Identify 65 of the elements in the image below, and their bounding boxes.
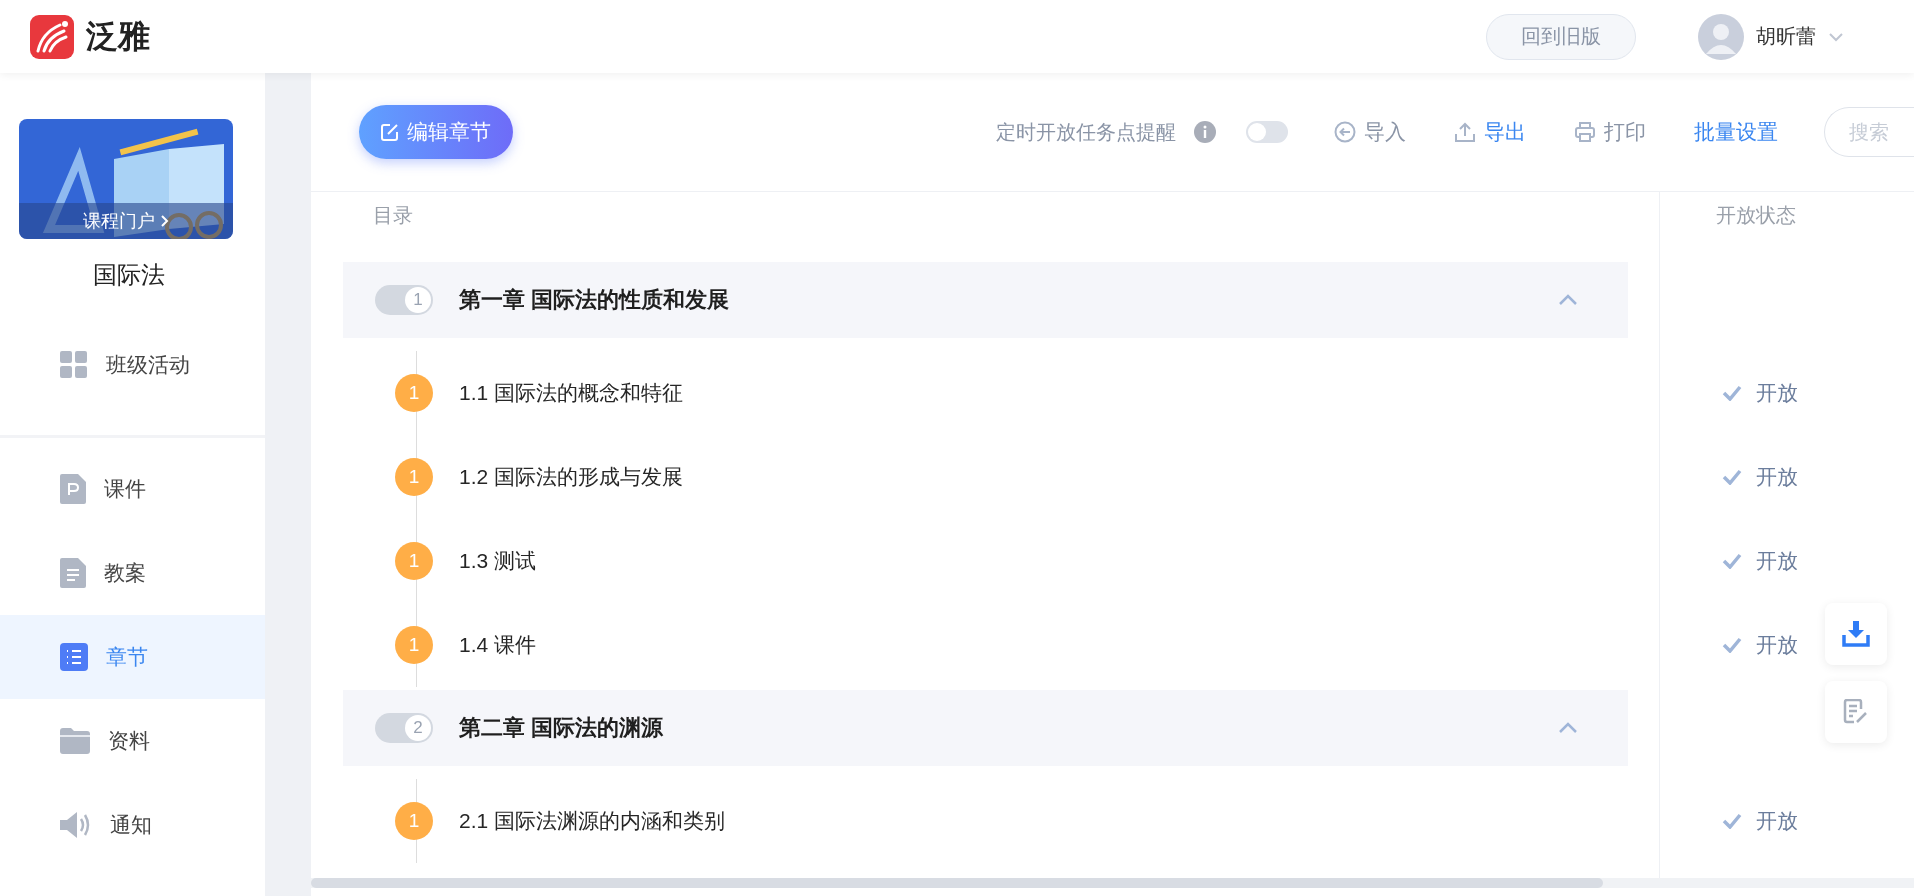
import-icon <box>1334 121 1356 143</box>
logo-icon <box>30 14 74 59</box>
section-badge: 1 <box>395 458 433 496</box>
chapter-row[interactable]: 1 第一章 国际法的性质和发展 <box>343 262 1628 338</box>
list-icon <box>60 643 88 671</box>
reminder-toggle[interactable] <box>1246 121 1288 143</box>
ppt-file-icon <box>60 474 86 504</box>
chapter-number: 1 <box>375 285 433 315</box>
sidebar-item[interactable]: 教案 <box>0 531 265 615</box>
course-name: 国际法 <box>91 260 166 290</box>
status-text: 开放 <box>1756 632 1798 658</box>
section-title[interactable]: 1.2 国际法的形成与发展 <box>459 463 684 491</box>
chevron-right-icon <box>161 215 169 227</box>
search-field[interactable]: 搜索 <box>1824 107 1914 157</box>
download-icon <box>1842 621 1870 647</box>
reminder-label: 定时开放任务点提醒 <box>996 119 1176 145</box>
chapter-title: 第一章 国际法的性质和发展 <box>459 286 731 314</box>
status-text: 开放 <box>1756 548 1798 574</box>
check-icon <box>1722 385 1742 401</box>
section-badge: 1 <box>395 374 433 412</box>
section-badge: 1 <box>395 802 433 840</box>
speaker-icon <box>60 810 92 840</box>
printer-icon <box>1574 121 1596 143</box>
grid-icon <box>60 351 88 379</box>
sidebar-item[interactable]: 资料 <box>0 699 265 783</box>
check-icon <box>1722 553 1742 569</box>
section-badge: 1 <box>395 626 433 664</box>
sidebar-item[interactable]: 课件 <box>0 447 265 531</box>
upload-icon <box>1454 121 1476 143</box>
course-cover-card[interactable]: 课程门户 <box>19 119 233 239</box>
logo-text: 泛雅 <box>86 16 150 56</box>
chapter-number: 2 <box>375 713 433 743</box>
folder-icon <box>60 728 90 754</box>
user-name[interactable]: 胡昕蕾 <box>1756 23 1816 50</box>
section-title[interactable]: 1.3 测试 <box>459 547 537 575</box>
check-icon <box>1722 469 1742 485</box>
notes-button[interactable] <box>1825 681 1887 743</box>
status-text: 开放 <box>1756 380 1798 406</box>
chevron-icon[interactable] <box>1558 294 1578 306</box>
chapter-row[interactable]: 2 第二章 国际法的渊源 <box>343 690 1628 766</box>
sidebar-item[interactable]: 通知 <box>0 783 265 867</box>
avatar-icon[interactable] <box>1698 13 1744 60</box>
download-button[interactable] <box>1825 603 1887 665</box>
column-header: 开放状态 <box>1715 203 1797 228</box>
section-title[interactable]: 1.4 课件 <box>459 631 537 659</box>
document-icon <box>60 558 86 588</box>
chevron-icon[interactable] <box>1558 722 1578 734</box>
status-text: 开放 <box>1756 464 1798 490</box>
section-badge: 1 <box>395 542 433 580</box>
batch-settings-link[interactable]: 批量设置 <box>1694 118 1778 146</box>
chevron-down-icon[interactable] <box>1828 31 1844 42</box>
course-portal-link[interactable]: 课程门户 <box>19 203 233 239</box>
check-icon <box>1722 637 1742 653</box>
section-title[interactable]: 2.1 国际法渊源的内涵和类别 <box>459 807 726 835</box>
chapter-title: 第二章 国际法的渊源 <box>459 714 665 742</box>
column-header: 目录 <box>372 203 414 228</box>
scrollbar-thumb[interactable] <box>311 878 1603 888</box>
info-icon[interactable] <box>1194 121 1216 143</box>
section-title[interactable]: 1.1 国际法的概念和特征 <box>459 379 684 407</box>
note-edit-icon <box>1843 699 1869 725</box>
edit-icon <box>381 123 399 141</box>
status-text: 开放 <box>1756 808 1798 834</box>
sidebar-item[interactable]: 班级活动 <box>0 323 265 407</box>
check-icon <box>1722 813 1742 829</box>
export-button[interactable]: 导出 <box>1454 118 1526 146</box>
